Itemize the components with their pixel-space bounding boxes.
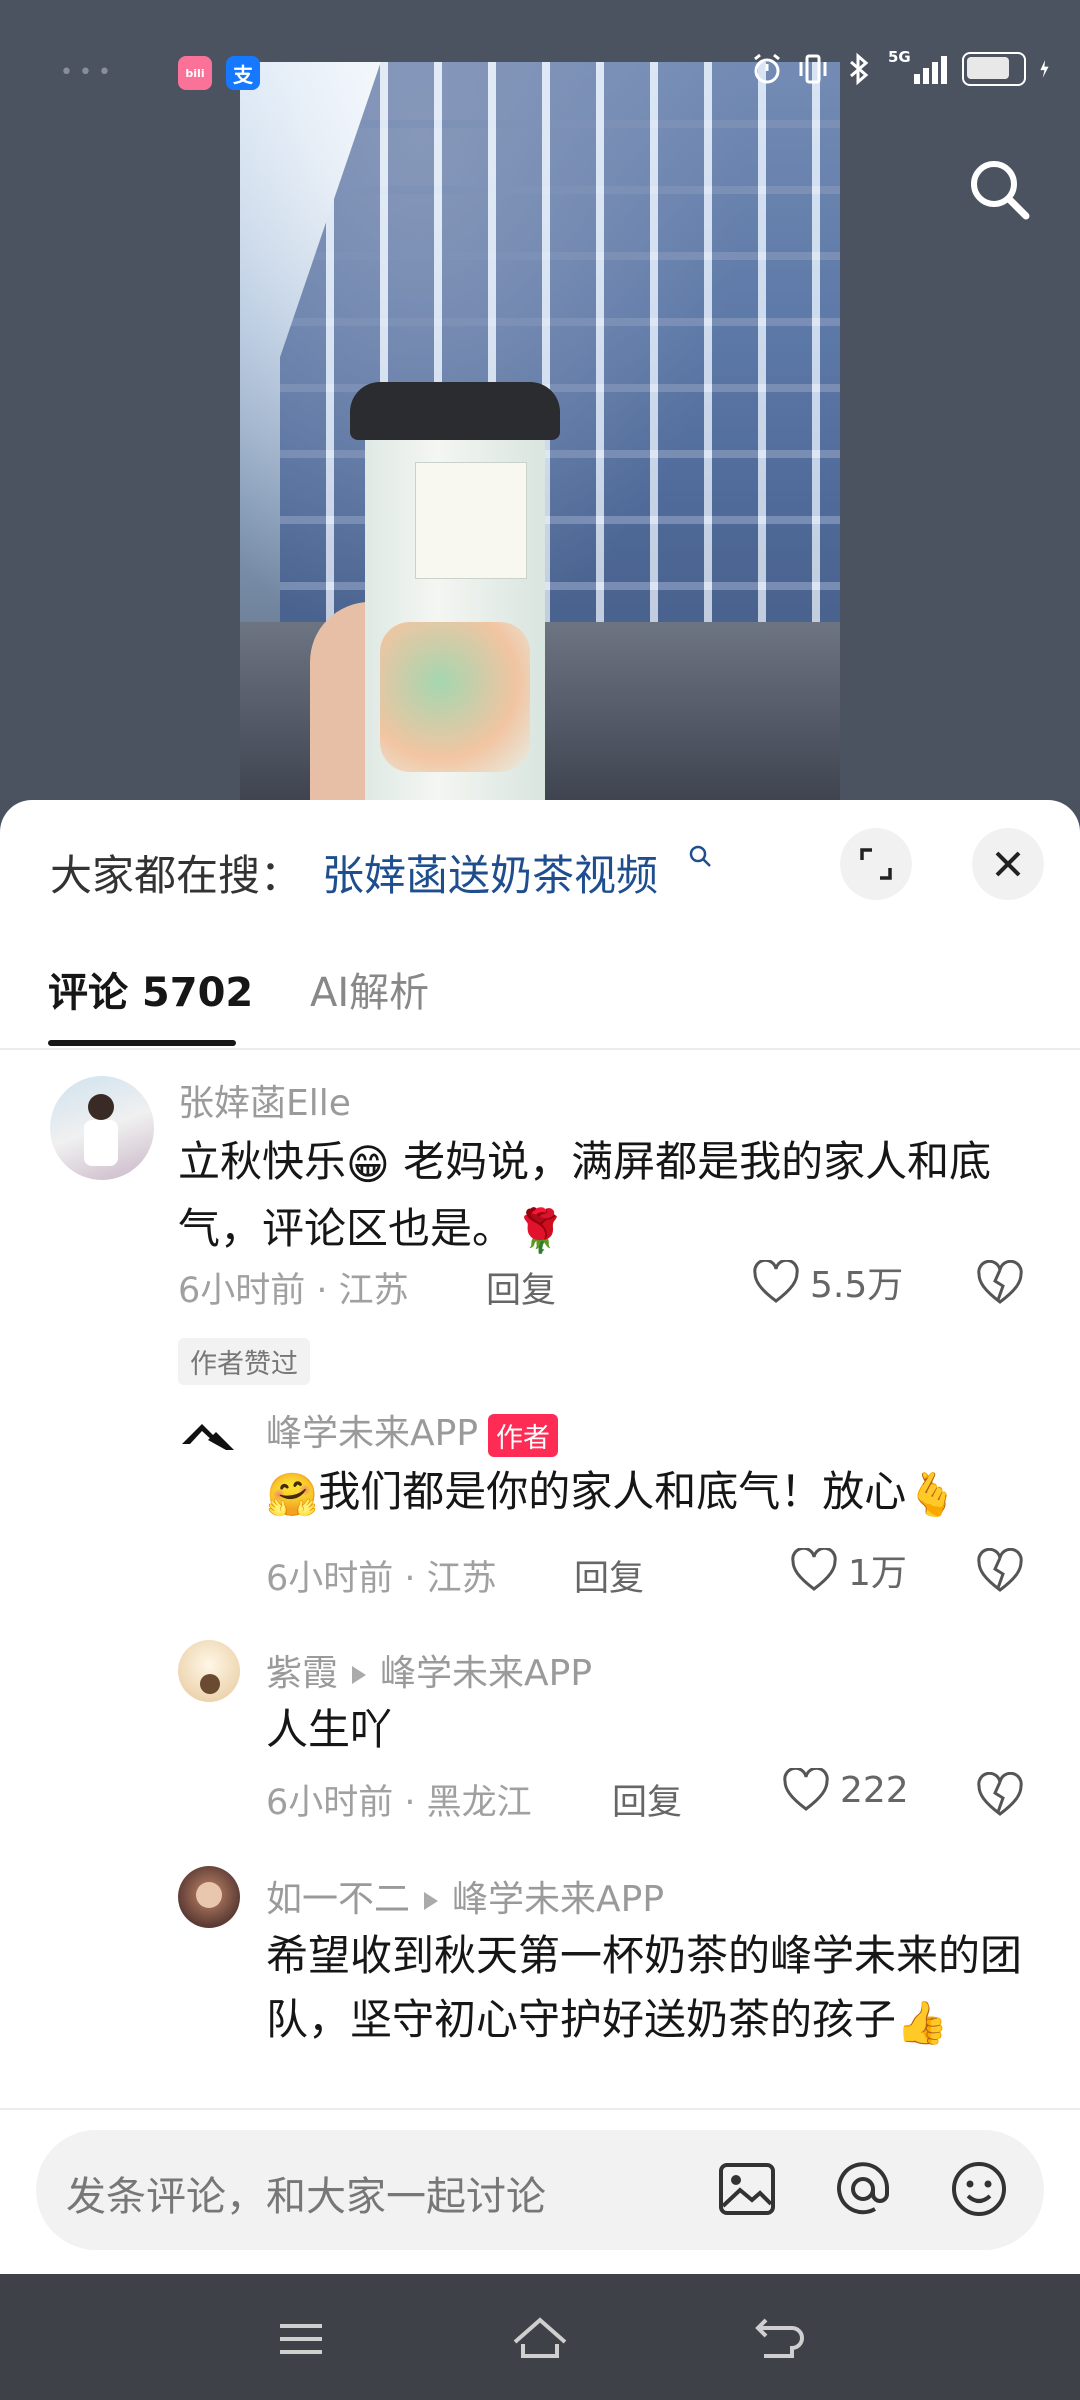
- comment-time-location: 6小时前 · 江苏: [266, 1559, 497, 1599]
- bilibili-icon: bili: [178, 56, 212, 90]
- like-button[interactable]: 5.5万: [752, 1256, 903, 1308]
- avatar[interactable]: [50, 1076, 154, 1180]
- author-name: 峰学未来APP: [266, 1413, 479, 1454]
- like-count: 1万: [848, 1553, 907, 1594]
- comment-text: 希望收到秋天第一杯奶茶的峰学未来的团队，坚守初心守护好送奶茶的孩子👍: [266, 1924, 1056, 2055]
- tab-ai-analysis[interactable]: AI解析: [310, 960, 429, 1018]
- comment-author[interactable]: 紫霞 峰学未来APP: [266, 1644, 592, 1696]
- comment-text-part: 我们都是你的家人和底气！放心: [318, 1467, 907, 1516]
- comment-text: 人生吖: [266, 1705, 393, 1754]
- reply-item: 峰学未来APP 作者 🤗我们都是你的家人和底气！放心🫰 6小时前 · 江苏 回复 …: [0, 1400, 1080, 1600]
- thumbs-up-emoji: 👍: [896, 1997, 949, 2047]
- reply-arrow-icon: [424, 1892, 439, 1910]
- heart-icon: [783, 1768, 829, 1811]
- comment-item: 张婞菡Elle 立秋快乐😁 老妈说，满屏都是我的家人和底气，评论区也是。🌹 6小…: [0, 1070, 1080, 1370]
- reply-to-name: 峰学未来APP: [380, 1653, 593, 1694]
- like-count: 222: [840, 1769, 909, 1811]
- liked-by-author-badge: 作者赞过: [178, 1338, 310, 1385]
- comment-text: 🤗我们都是你的家人和底气！放心🫰: [266, 1460, 1046, 1527]
- battery-icon: [962, 52, 1026, 86]
- rose-emoji: 🌹: [514, 1206, 567, 1255]
- reply-button[interactable]: 回复: [612, 1774, 682, 1825]
- comment-tabs: 评论 5702 AI解析: [0, 930, 1080, 1050]
- comment-input-bar: 发条评论，和大家一起讨论: [0, 2108, 1080, 2276]
- comment-text: 立秋快乐😁 老妈说，满屏都是我的家人和底气，评论区也是。🌹: [178, 1130, 1038, 1263]
- system-navigation-bar: [0, 2274, 1080, 2400]
- image-icon[interactable]: [712, 2154, 782, 2224]
- author-name: 紫霞: [266, 1653, 339, 1694]
- like-button[interactable]: 222: [782, 1768, 909, 1812]
- hug-emoji: 🤗: [266, 1469, 319, 1519]
- reply-item: 如一不二 峰学未来APP 希望收到秋天第一杯奶茶的峰学未来的团队，坚守初心守护好送…: [0, 1866, 1080, 2106]
- menu-icon[interactable]: [268, 2306, 334, 2372]
- tab-active-indicator: [48, 1040, 236, 1046]
- comment-author[interactable]: 峰学未来APP 作者: [266, 1404, 559, 1457]
- mention-icon[interactable]: [828, 2154, 898, 2224]
- avatar[interactable]: [178, 1866, 240, 1928]
- search-icon[interactable]: [966, 156, 1034, 224]
- search-icon[interactable]: [688, 844, 712, 868]
- video-cup-art: [380, 622, 530, 772]
- video-frame: [240, 62, 840, 800]
- reply-item: 紫霞 峰学未来APP 人生吖 6小时前 · 黑龙江 回复 222: [0, 1640, 1080, 1823]
- comment-input-placeholder: 发条评论，和大家一起讨论: [66, 2174, 546, 2220]
- heart-icon: [791, 1548, 837, 1591]
- status-bar: ••• bili 支 5G: [0, 0, 1080, 120]
- reply-to-name: 峰学未来APP: [452, 1879, 665, 1920]
- heart-icon: [753, 1260, 799, 1303]
- comment-text-part: 立秋快乐: [178, 1137, 347, 1186]
- author-name: 如一不二: [266, 1879, 411, 1920]
- status-right-icons: 5G: [750, 48, 1058, 86]
- reply-arrow-icon: [352, 1666, 367, 1684]
- vibrate-icon: [799, 54, 827, 84]
- broken-heart-icon[interactable]: [976, 1772, 1024, 1820]
- video-player[interactable]: [0, 0, 1080, 800]
- home-icon[interactable]: [507, 2306, 573, 2372]
- author-tag-badge: 作者: [488, 1413, 559, 1457]
- avatar[interactable]: [178, 1640, 240, 1702]
- finger-heart-emoji: 🫰: [906, 1469, 959, 1519]
- close-button[interactable]: [972, 828, 1044, 900]
- grin-emoji: 😁: [346, 1139, 390, 1189]
- suggestion-link[interactable]: 张婞菡送奶茶视频: [322, 842, 658, 903]
- comment-time-location: 6小时前 · 江苏: [178, 1271, 409, 1311]
- alipay-icon: 支: [226, 56, 260, 90]
- broken-heart-icon[interactable]: [976, 1260, 1024, 1308]
- like-count: 5.5万: [810, 1265, 904, 1306]
- suggestion-prefix: 大家都在搜：: [50, 851, 303, 900]
- comment-time-location: 6小时前 · 黑龙江: [266, 1783, 532, 1823]
- like-button[interactable]: 1万: [790, 1544, 907, 1596]
- tab-comments[interactable]: 评论 5702: [48, 960, 253, 1018]
- comment-input[interactable]: 发条评论，和大家一起讨论: [36, 2130, 1044, 2250]
- expand-button[interactable]: [840, 828, 912, 900]
- comment-author[interactable]: 张婞菡Elle: [178, 1074, 351, 1126]
- emoji-icon[interactable]: [944, 2154, 1014, 2224]
- video-cup-lid: [350, 382, 560, 440]
- reply-button[interactable]: 回复: [574, 1550, 644, 1601]
- video-cup-card: [415, 462, 527, 579]
- back-icon[interactable]: [746, 2306, 812, 2372]
- broken-heart-icon[interactable]: [976, 1548, 1024, 1596]
- status-notification-dots: •••: [60, 60, 117, 85]
- comment-sheet: 大家都在搜： 张婞菡送奶茶视频 评论 5702 AI解析 张婞菡Elle 立秋快…: [0, 800, 1080, 2274]
- reply-button[interactable]: 回复: [486, 1262, 556, 1313]
- expand-icon: [860, 848, 892, 880]
- bluetooth-icon: [850, 52, 869, 86]
- comment-author[interactable]: 如一不二 峰学未来APP: [266, 1870, 664, 1922]
- search-suggestion-bar: 大家都在搜： 张婞菡送奶茶视频: [0, 800, 1080, 930]
- fengxue-logo-avatar[interactable]: [178, 1404, 238, 1464]
- alarm-icon: [754, 53, 780, 84]
- signal-icon: 5G: [888, 48, 950, 86]
- charging-icon: [1040, 60, 1049, 78]
- close-icon: [995, 851, 1021, 877]
